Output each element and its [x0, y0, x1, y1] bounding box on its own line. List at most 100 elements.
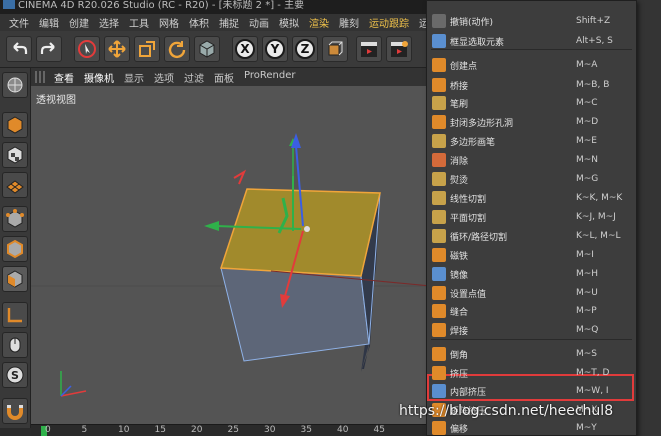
context-menu-item[interactable]: 多边形画笔 M~E	[427, 132, 636, 150]
context-menu-item[interactable]: 设置点值 M~U	[427, 284, 636, 302]
context-menu-item-shortcut: M~S	[576, 349, 598, 359]
scale-tool-button[interactable]	[134, 36, 160, 62]
menu-item[interactable]: 模拟	[274, 15, 304, 30]
viewport-menu-item[interactable]: 摄像机	[79, 70, 119, 85]
context-menu-item-label: 熨烫	[450, 175, 469, 186]
menu-item[interactable]: 创建	[64, 15, 94, 30]
workplane-mode-button[interactable]	[2, 172, 28, 198]
viewport-menu-item[interactable]: 显示	[119, 70, 149, 85]
points-mode-button[interactable]	[2, 206, 28, 232]
snap-button[interactable]: S	[2, 362, 28, 388]
tool-icon	[432, 304, 446, 318]
edges-mode-button[interactable]	[2, 236, 28, 262]
axis-mode-button[interactable]	[2, 302, 28, 328]
menu-item[interactable]: 工具	[124, 15, 154, 30]
context-menu-item-label: 缝合	[450, 307, 469, 318]
context-menu-item-shortcut: M~B, B	[576, 80, 610, 90]
context-menu-item-shortcut: M~T, D	[576, 368, 610, 378]
context-menu-item-shortcut: M~C	[576, 98, 598, 108]
tool-icon	[432, 384, 446, 398]
context-menu-item[interactable]: 撤销(动作) Shift+Z	[427, 12, 636, 30]
tweak-mode-button[interactable]	[2, 332, 28, 358]
menu-item[interactable]: 网格	[154, 15, 184, 30]
context-menu-item[interactable]: 循环/路径切割 K~L, M~L	[427, 227, 636, 245]
context-menu-item-label: 多边形画笔	[450, 137, 496, 148]
z-axis-lock-button[interactable]: Z	[292, 36, 318, 62]
context-menu-item[interactable]: 封闭多边形孔洞 M~D	[427, 113, 636, 131]
context-menu-item-label: 挤压	[450, 369, 469, 380]
render-picture-viewer-button[interactable]	[386, 36, 412, 62]
tool-icon	[432, 96, 446, 110]
move-tool-button[interactable]	[104, 36, 130, 62]
render-view-button[interactable]	[356, 36, 382, 62]
menu-item[interactable]: 动画	[244, 15, 274, 30]
context-menu-item[interactable]: 平面切割 K~J, M~J	[427, 208, 636, 226]
viewport-menu-item[interactable]: 选项	[149, 70, 179, 85]
texture-mode-button[interactable]	[2, 142, 28, 168]
perspective-viewport[interactable]: 透视视图	[31, 86, 431, 424]
menu-item[interactable]: 选择	[94, 15, 124, 30]
y-axis-label: Y	[265, 39, 285, 59]
context-menu-item-label: 框显选取元素	[450, 37, 505, 48]
context-menu-item[interactable]: 熨烫 M~G	[427, 170, 636, 188]
menu-item[interactable]: 体积	[184, 15, 214, 30]
context-menu-item[interactable]: 线性切割 K~K, M~K	[427, 189, 636, 207]
context-menu-item[interactable]: 焊接 M~Q	[427, 321, 636, 339]
undo-button[interactable]	[6, 36, 32, 62]
y-axis-lock-button[interactable]: Y	[262, 36, 288, 62]
timeline-ruler[interactable]: 0 5 10 15 20 25 30 35 40 45	[31, 424, 431, 436]
viewport-menu-item[interactable]: 面板	[209, 70, 239, 85]
menu-item[interactable]: 渲染	[304, 15, 334, 30]
undo-icon	[13, 42, 28, 54]
x-axis-label: X	[235, 39, 255, 59]
context-menu-item[interactable]: 缝合 M~P	[427, 302, 636, 320]
context-menu-item[interactable]: 偏移 M~Y	[427, 419, 636, 435]
menu-item[interactable]: 运动跟踪	[364, 15, 414, 30]
scene-canvas	[31, 133, 431, 397]
viewport-menu-item[interactable]: 过滤	[179, 70, 209, 85]
context-menu-item-label: 桥接	[450, 81, 469, 92]
menu-separator	[431, 339, 632, 340]
tool-icon	[432, 58, 446, 72]
polygons-mode-button[interactable]	[2, 266, 28, 292]
viewport-menu-item[interactable]: ProRender	[239, 70, 300, 85]
context-menu-item[interactable]: 内部挤压 M~W, I	[427, 382, 636, 400]
menu-item[interactable]: 编辑	[34, 15, 64, 30]
drag-grip-icon[interactable]	[35, 71, 47, 83]
context-menu-item-shortcut: M~P	[576, 306, 597, 316]
rotate-tool-button[interactable]	[164, 36, 190, 62]
menu-item[interactable]: 雕刻	[334, 15, 364, 30]
context-menu-item[interactable]: 磁铁 M~I	[427, 246, 636, 264]
context-menu-item[interactable]: 倒角 M~S	[427, 345, 636, 363]
magnet-button[interactable]	[2, 398, 28, 424]
object-mode-button[interactable]	[194, 36, 220, 62]
x-axis-lock-button[interactable]: X	[232, 36, 258, 62]
context-menu-item-shortcut: M~N	[576, 155, 599, 165]
coordinate-system-button[interactable]	[322, 36, 348, 62]
timeline-tick: 30	[264, 425, 276, 435]
viewport-menu-item[interactable]: 查看	[49, 70, 79, 85]
context-menu-item[interactable]: 消除 M~N	[427, 151, 636, 169]
move-icon	[108, 40, 126, 58]
tool-icon	[432, 134, 446, 148]
context-menu-item[interactable]: 挤压 M~T, D	[427, 364, 636, 382]
redo-button[interactable]	[36, 36, 62, 62]
context-menu-item-label: 磁铁	[450, 251, 469, 262]
context-menu-item[interactable]: 框显选取元素 Alt+S, S	[427, 32, 636, 50]
menu-item[interactable]: 文件	[4, 15, 34, 30]
coordinate-system-icon	[328, 41, 343, 56]
tool-icon	[432, 210, 446, 224]
context-menu-item[interactable]: 笔刷 M~C	[427, 94, 636, 112]
layout-button[interactable]	[2, 72, 28, 98]
live-selection-button[interactable]	[74, 36, 100, 62]
context-menu-item[interactable]: 桥接 M~B, B	[427, 76, 636, 94]
timeline-tick: 45	[373, 425, 385, 435]
model-mode-button[interactable]	[2, 112, 28, 138]
context-menu-item[interactable]: 创建点 M~A	[427, 56, 636, 74]
context-menu-item[interactable]: 镜像 M~H	[427, 265, 636, 283]
context-menu-item-label: 消除	[450, 156, 469, 167]
menu-item[interactable]: 捕捉	[214, 15, 244, 30]
tool-icon	[432, 421, 446, 435]
context-menu-item-label: 撤销(动作)	[450, 17, 494, 28]
context-menu-item-shortcut: K~L, M~L	[576, 231, 621, 241]
